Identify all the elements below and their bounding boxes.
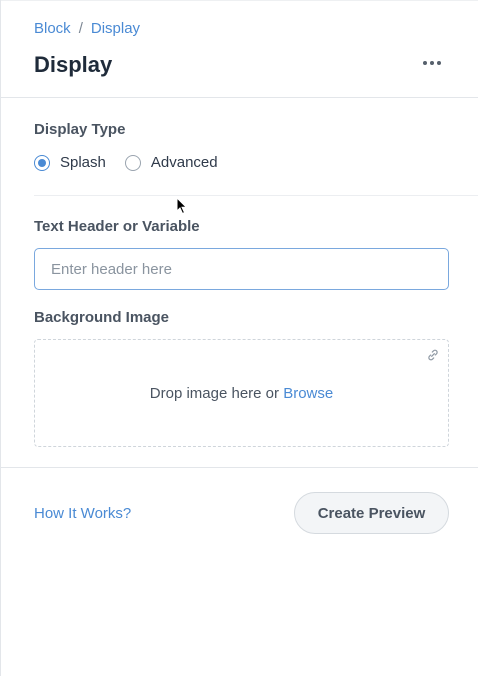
more-options-icon[interactable] [421, 56, 443, 70]
breadcrumb-separator: / [78, 20, 83, 37]
advanced-radio-label: Advanced [150, 154, 218, 171]
display-type-radio-group: Splash Advanced [34, 154, 237, 171]
dropzone-text: Drop image here or Browse [35, 385, 448, 402]
breadcrumb-display-link[interactable]: Display [91, 20, 140, 37]
text-header-input[interactable] [34, 248, 449, 290]
create-preview-button[interactable]: Create Preview [294, 492, 449, 534]
radio-option-splash[interactable]: Splash [34, 154, 106, 171]
more-dot [430, 61, 434, 65]
display-type-label: Display Type [34, 121, 126, 138]
breadcrumb: Block / Display [34, 20, 140, 37]
splash-radio-label: Splash [60, 154, 106, 171]
breadcrumb-block-link[interactable]: Block [34, 20, 71, 37]
advanced-radio[interactable] [124, 154, 141, 171]
mouse-cursor-icon [176, 197, 188, 215]
splash-radio[interactable] [34, 154, 50, 171]
browse-link[interactable]: Browse [283, 385, 333, 402]
more-dot [437, 61, 441, 65]
display-panel: Block / Display Display Display Type Spl… [0, 0, 478, 676]
image-dropzone[interactable]: Drop image here or Browse [34, 339, 449, 447]
link-icon[interactable] [426, 348, 440, 362]
how-it-works-link[interactable]: How It Works? [34, 505, 131, 522]
top-border [1, 0, 478, 1]
header-divider [1, 97, 478, 98]
section-divider [34, 195, 478, 196]
footer-divider [1, 467, 478, 468]
more-dot [423, 61, 427, 65]
text-header-label: Text Header or Variable [34, 218, 200, 235]
radio-option-advanced[interactable]: Advanced [124, 154, 218, 171]
drop-instruction: Drop image here or [149, 385, 284, 402]
page-title: Display [34, 52, 113, 77]
background-image-label: Background Image [34, 309, 170, 326]
